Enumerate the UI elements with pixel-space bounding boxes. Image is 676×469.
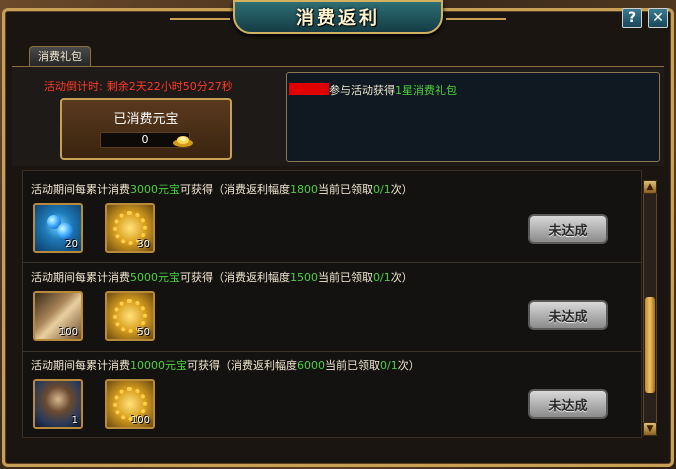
reward-count: 50 xyxy=(137,327,150,338)
reward-count: 100 xyxy=(58,327,78,338)
reward-scroll-icon[interactable]: 100 xyxy=(33,291,83,341)
reward-count: 30 xyxy=(137,239,150,250)
info-highlight: 1星消费礼包 xyxy=(395,84,457,97)
countdown: 活动倒计时: 剩余2天22小时50分27秒 xyxy=(44,78,233,94)
activity-info-text: 参与活动获得1星消费礼包 xyxy=(329,82,457,98)
reward-count: 100 xyxy=(130,415,150,426)
tier-1-title: 活动期间每累计消费3000元宝可获得（消费返利幅度1800当前已领取0/1次） xyxy=(31,183,413,196)
countdown-value: 剩余2天22小时50分27秒 xyxy=(106,80,233,93)
scroll-down-button[interactable]: ▼ xyxy=(643,422,657,436)
reward-gold-coins-icon[interactable]: 50 xyxy=(105,291,155,341)
spent-yuanbao-box: 已消费元宝 0 xyxy=(60,98,232,160)
title-ornament-right xyxy=(446,8,506,20)
pearl-shape xyxy=(57,223,73,239)
close-button[interactable]: ✕ xyxy=(648,8,668,28)
reward-list: 活动期间每累计消费3000元宝可获得（消费返利幅度1800当前已领取0/1次） … xyxy=(22,170,642,438)
scrollbar-thumb[interactable] xyxy=(645,297,655,393)
gold-ingot-icon xyxy=(173,136,193,147)
activity-info-box: 参与活动获得1星消费礼包 xyxy=(286,72,660,162)
countdown-label: 活动倒计时: xyxy=(44,80,103,93)
reward-general-portrait-icon[interactable]: 1 xyxy=(33,379,83,429)
tab-consume-gift[interactable]: 消费礼包 xyxy=(29,46,91,66)
scroll-up-button[interactable]: ▲ xyxy=(643,180,657,194)
info-prefix: 参与活动获得 xyxy=(329,84,395,97)
tier-3-status-button[interactable]: 未达成 xyxy=(528,389,608,419)
reward-count: 20 xyxy=(65,239,78,250)
reward-count: 1 xyxy=(71,415,78,426)
tier-3-title: 活动期间每累计消费10000元宝可获得（消费返利幅度6000当前已领取0/1次） xyxy=(31,359,420,372)
title-ornament-left xyxy=(170,8,230,20)
tier-divider xyxy=(23,351,641,352)
reward-gold-coins-icon[interactable]: 100 xyxy=(105,379,155,429)
reward-gold-coins-icon[interactable]: 30 xyxy=(105,203,155,253)
tier-divider xyxy=(23,262,641,263)
window-title-plate: 消费返利 xyxy=(233,0,443,34)
tier-2-title: 活动期间每累计消费5000元宝可获得（消费返利幅度1500当前已领取0/1次） xyxy=(31,271,413,284)
tier-2-status-button[interactable]: 未达成 xyxy=(528,300,608,330)
spent-title: 已消费元宝 xyxy=(113,112,179,127)
reward-blue-pearl-icon[interactable]: 20 xyxy=(33,203,83,253)
window-title: 消费返利 xyxy=(296,8,380,29)
redacted-name xyxy=(289,83,329,95)
help-button[interactable]: ? xyxy=(622,8,642,28)
tier-1-status-button[interactable]: 未达成 xyxy=(528,214,608,244)
